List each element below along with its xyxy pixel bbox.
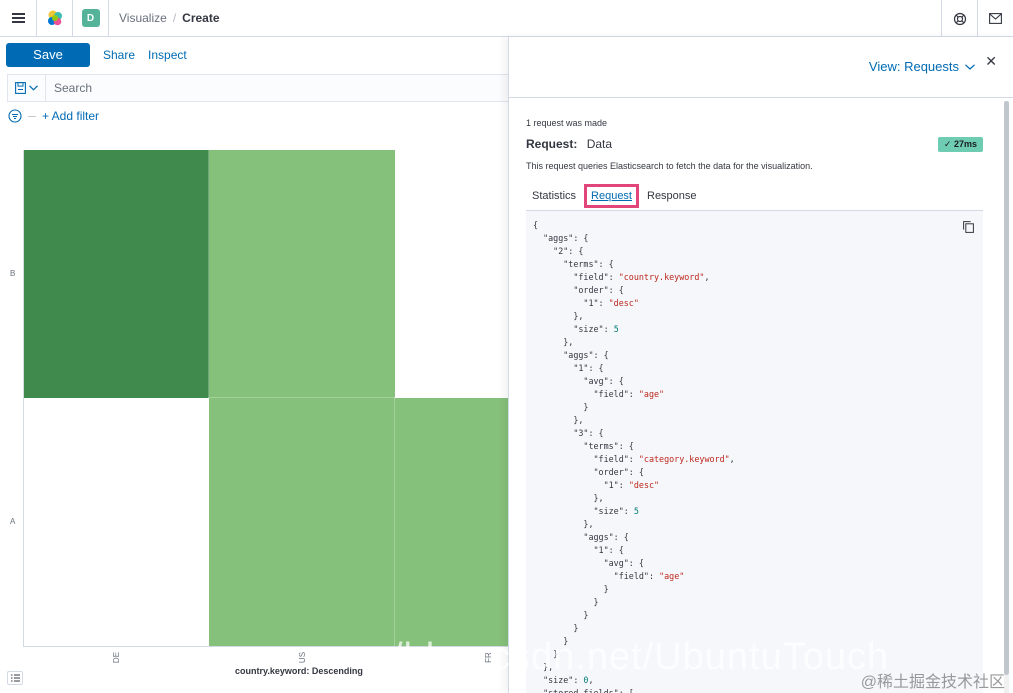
request-title: Request: Data	[526, 137, 612, 151]
tab-request[interactable]: Request	[584, 184, 639, 208]
view-chooser-label: View: Requests	[868, 59, 959, 74]
view-chooser-button[interactable]: View: Requests	[869, 59, 975, 74]
inspector-header: View: Requests ✕	[509, 37, 1013, 98]
request-code-block: { "aggs": { "2": { "terms": { "field": "…	[526, 211, 983, 693]
heatmap-cell[interactable]	[394, 397, 509, 647]
add-filter-button[interactable]: + Add filter	[42, 109, 99, 123]
tab-statistics[interactable]: Statistics	[526, 190, 582, 202]
breadcrumb-create: Create	[182, 11, 220, 25]
request-json: { "aggs": { "2": { "terms": { "field": "…	[533, 220, 735, 693]
saved-query-menu-button[interactable]	[8, 75, 46, 101]
breadcrumb: Visualize / Create	[119, 11, 220, 25]
list-icon	[10, 674, 20, 682]
copy-button[interactable]	[963, 220, 974, 238]
chevron-down-icon	[29, 85, 38, 91]
breadcrumb-visualize[interactable]: Visualize	[119, 11, 167, 25]
request-count: 1 request was made	[526, 118, 608, 128]
filter-divider	[28, 115, 36, 117]
hamburger-icon	[11, 17, 25, 19]
elastic-logo-icon	[47, 10, 62, 26]
save-button[interactable]: Save	[6, 42, 90, 67]
corner-watermark: @稀土掘金技术社区	[860, 674, 1005, 691]
help-icon	[953, 12, 966, 25]
duration-badge: ✓ 27ms	[937, 137, 983, 152]
inspector-flyout: View: Requests ✕ 1 request was made Requ…	[508, 37, 1013, 693]
x-axis-title: country.keyword: Descending	[235, 666, 363, 676]
filter-bar: + Add filter	[8, 109, 99, 123]
x-tick-label: US	[298, 651, 308, 664]
query-bar: Search	[7, 74, 508, 102]
mail-icon	[989, 13, 1002, 24]
newsfeed-button[interactable]	[977, 0, 1013, 37]
y-tick-label: A	[10, 517, 16, 526]
scrollbar[interactable]	[1004, 101, 1009, 693]
close-icon[interactable]: ✕	[985, 53, 997, 70]
x-tick-label: DE	[112, 651, 122, 664]
check-icon: ✓	[943, 139, 954, 149]
top-header: D Visualize / Create	[0, 0, 1013, 37]
space-selector[interactable]: D	[73, 0, 109, 37]
scrollbar-thumb[interactable]	[1004, 101, 1009, 675]
filter-options-icon[interactable]	[8, 109, 22, 123]
x-tick-label: FR	[483, 652, 493, 663]
share-button[interactable]: Share	[103, 48, 135, 62]
legend-toggle-button[interactable]	[7, 671, 23, 685]
request-label: Request:	[526, 137, 578, 151]
x-axis-line	[23, 646, 508, 647]
heatmap-cell[interactable]	[395, 150, 508, 398]
space-avatar: D	[81, 9, 100, 27]
search-input[interactable]: Search	[54, 81, 92, 95]
y-axis-line	[23, 150, 24, 647]
heatmap-cell[interactable]	[22, 149, 210, 399]
breadcrumb-separator: /	[172, 11, 177, 25]
heatmap-cell[interactable]	[23, 398, 209, 646]
request-description: This request queries Elasticsearch to fe…	[526, 161, 813, 171]
saved-query-icon	[15, 82, 26, 94]
copy-icon	[963, 221, 974, 233]
chevron-down-icon	[965, 63, 975, 70]
tab-response[interactable]: Response	[641, 190, 703, 202]
duration-value: 27ms	[953, 139, 977, 149]
inspect-button[interactable]: Inspect	[148, 48, 187, 62]
top-nav-menu: Save Share Inspect	[0, 37, 508, 72]
kibana-logo[interactable]	[37, 0, 73, 37]
y-tick-label: B	[10, 269, 16, 278]
help-button[interactable]	[941, 0, 977, 37]
heatmap-cell[interactable]	[208, 149, 396, 399]
request-name: Data	[586, 137, 613, 151]
menu-toggle-button[interactable]	[0, 0, 37, 37]
heatmap-cell[interactable]	[208, 397, 396, 647]
header-actions	[941, 0, 1013, 37]
request-tabs: Statistics Request Response	[526, 182, 983, 211]
